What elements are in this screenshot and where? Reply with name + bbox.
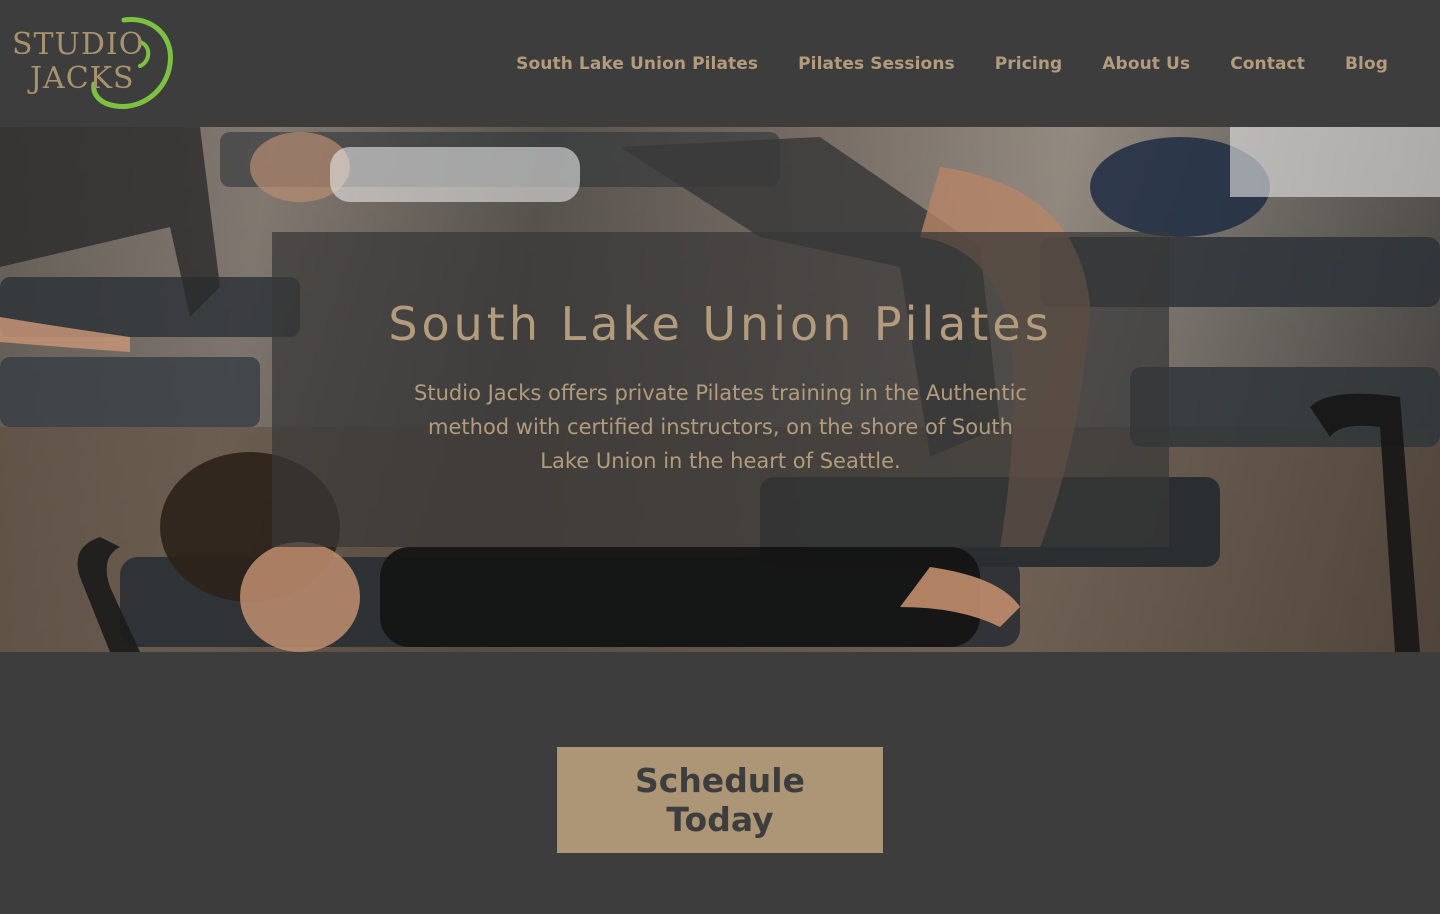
site-header: STUDIO JACKS South Lake Union Pilates Pi… [0,0,1440,127]
hero-overlay-box: South Lake Union Pilates Studio Jacks of… [272,232,1169,547]
logo-line1: STUDIO [12,27,144,62]
nav-about-us[interactable]: About Us [1102,54,1190,74]
nav-contact[interactable]: Contact [1230,54,1305,74]
nav-pricing[interactable]: Pricing [995,54,1063,74]
nav-south-lake-union-pilates[interactable]: South Lake Union Pilates [516,54,758,74]
hero-description: Studio Jacks offers private Pilates trai… [414,381,1027,473]
hero-banner: South Lake Union Pilates Studio Jacks of… [0,127,1440,652]
logo-line2: JACKS [27,61,135,96]
hero-title: South Lake Union Pilates [388,297,1053,351]
main-nav: South Lake Union Pilates Pilates Session… [516,0,1388,127]
logo-mark-icon: STUDIO JACKS [12,17,173,109]
schedule-today-button[interactable]: Schedule Today [557,747,883,853]
studio-jacks-logo[interactable]: STUDIO JACKS [12,14,174,110]
nav-pilates-sessions[interactable]: Pilates Sessions [798,54,955,74]
nav-blog[interactable]: Blog [1345,54,1388,74]
